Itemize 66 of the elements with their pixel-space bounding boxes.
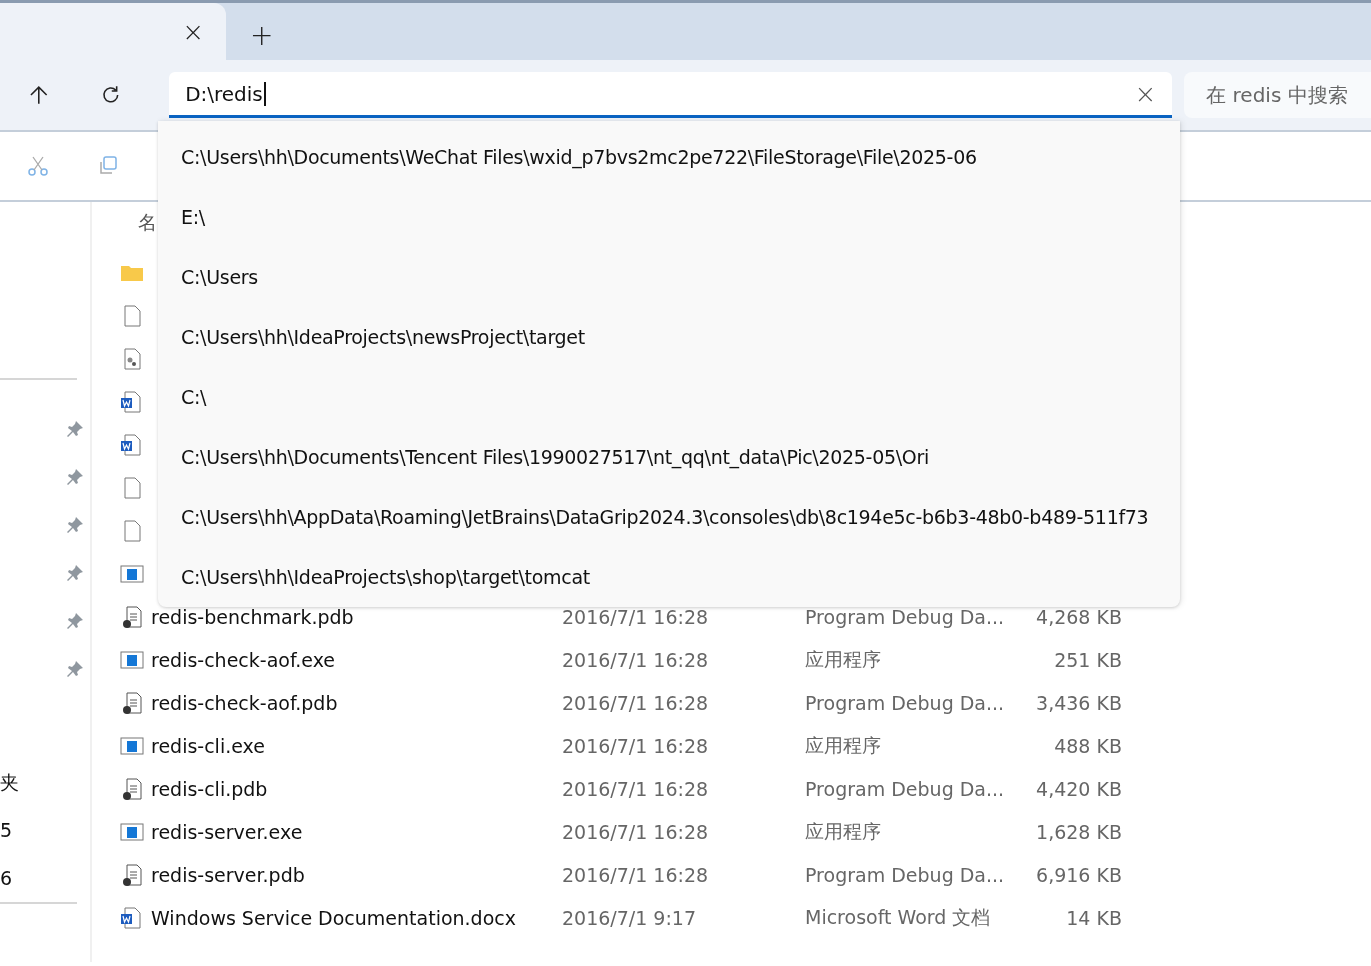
type-cell-text: 应用程序: [805, 818, 882, 844]
date-cell-text: 2016/7/1 16:28: [562, 605, 710, 628]
debug-file-icon: [120, 604, 144, 629]
size-cell-text: 1,628 KB: [1035, 820, 1122, 843]
suggestion-item[interactable]: C:\Users\hh\Documents\Tencent Files\1990027517\nt_qq\nt_data\Pic\2025-05\Ori: [158, 427, 1180, 487]
copy-icon[interactable]: [97, 155, 119, 177]
suggestion-item[interactable]: C:\Users: [158, 247, 1180, 307]
type-cell-text: Microsoft Word 文档: [805, 904, 992, 930]
size-cell-text: 4,268 KB: [1035, 605, 1122, 628]
size-cell-text: 3,436 KB: [1035, 691, 1122, 714]
pin-icon[interactable]: [66, 420, 84, 438]
new-tab-button[interactable]: +: [250, 22, 274, 50]
suggestion-item[interactable]: C:\: [158, 367, 1180, 427]
size-cell-text: 4,420 KB: [1035, 777, 1122, 800]
close-tab-button[interactable]: ×: [182, 18, 204, 45]
type-cell: Program Debug Da...: [805, 777, 1005, 800]
suggestion-item[interactable]: C:\Users\hh\IdeaProjects\newsProject\target: [158, 307, 1180, 367]
size-cell-text: 14 KB: [1065, 906, 1122, 929]
date-cell-text: 2016/7/1 16:28: [562, 863, 710, 886]
suggestion-item[interactable]: C:\Users\hh\AppData\Roaming\JetBrains\DataGrip2024.3\consoles\db\8c194e5c-b6b3-48b0-b489-511f73: [158, 487, 1180, 547]
file-name[interactable]: redis-check-aof.pdb: [151, 691, 562, 714]
file-name[interactable]: redis-server.pdb: [151, 863, 562, 886]
type-cell-text: 应用程序: [805, 732, 882, 758]
size-cell-text: 488 KB: [1053, 734, 1122, 757]
word-document-icon: [120, 905, 144, 930]
type-cell: Program Debug Da...: [805, 691, 1005, 714]
tab[interactable]: ×: [0, 3, 226, 60]
address-field[interactable]: D:\redis ×: [169, 72, 1173, 118]
word-document-icon: [120, 432, 144, 457]
sidebar-item[interactable]: 夹: [0, 758, 90, 806]
file-name[interactable]: redis-cli.pdb: [151, 777, 562, 800]
file-name[interactable]: redis-check-aof.exe: [151, 648, 562, 671]
sidebar-item[interactable]: 5: [0, 806, 90, 854]
size-cell-text: 251 KB: [1053, 648, 1122, 671]
up-arrow-icon[interactable]: [28, 84, 50, 106]
file-name[interactable]: redis-cli.exe: [151, 734, 562, 757]
suggestion-item[interactable]: C:\Users\hh\IdeaProjects\shop\target\tomcat: [158, 547, 1180, 607]
type-cell-text: 应用程序: [805, 646, 882, 672]
search-field[interactable]: 在 redis 中搜索: [1184, 72, 1371, 118]
pin-icon[interactable]: [66, 612, 84, 630]
file-name[interactable]: Windows Service Documentation.docx: [151, 906, 562, 929]
date-cell-text: 2016/7/1 9:17: [562, 906, 698, 929]
suggestion-item[interactable]: C:\Users\hh\Documents\WeChat Files\wxid_p7bvs2mc2pe722\FileStorage\File\2025-06: [158, 127, 1180, 187]
pin-icon[interactable]: [66, 468, 84, 486]
word-document-icon: [120, 389, 144, 414]
date-cell-text: 2016/7/1 16:28: [562, 820, 710, 843]
date-cell-text: 2016/7/1 16:28: [562, 734, 710, 757]
debug-file-icon: [120, 776, 144, 801]
debug-file-icon: [120, 690, 144, 715]
scissors-icon[interactable]: [27, 155, 49, 177]
pin-icon[interactable]: [66, 660, 84, 678]
pin-icon[interactable]: [66, 516, 84, 534]
sidebar-item[interactable]: 6: [0, 854, 90, 902]
date-cell-text: 2016/7/1 16:28: [562, 691, 710, 714]
debug-file-icon: [120, 862, 144, 887]
pin-icon[interactable]: [66, 564, 84, 582]
clear-button[interactable]: ×: [1134, 78, 1157, 109]
file-name[interactable]: redis-benchmark.pdb: [151, 605, 562, 628]
address-text: D:\redis: [185, 81, 266, 106]
type-cell: Program Debug Da...: [805, 605, 1005, 628]
date-cell-text: 2016/7/1 16:28: [562, 648, 710, 671]
file-name[interactable]: redis-server.exe: [151, 820, 562, 843]
type-cell: Program Debug Da...: [805, 863, 1005, 886]
date-cell-text: 2016/7/1 16:28: [562, 777, 710, 800]
suggestion-item[interactable]: E:\: [158, 187, 1180, 247]
size-cell-text: 6,916 KB: [1035, 863, 1122, 886]
